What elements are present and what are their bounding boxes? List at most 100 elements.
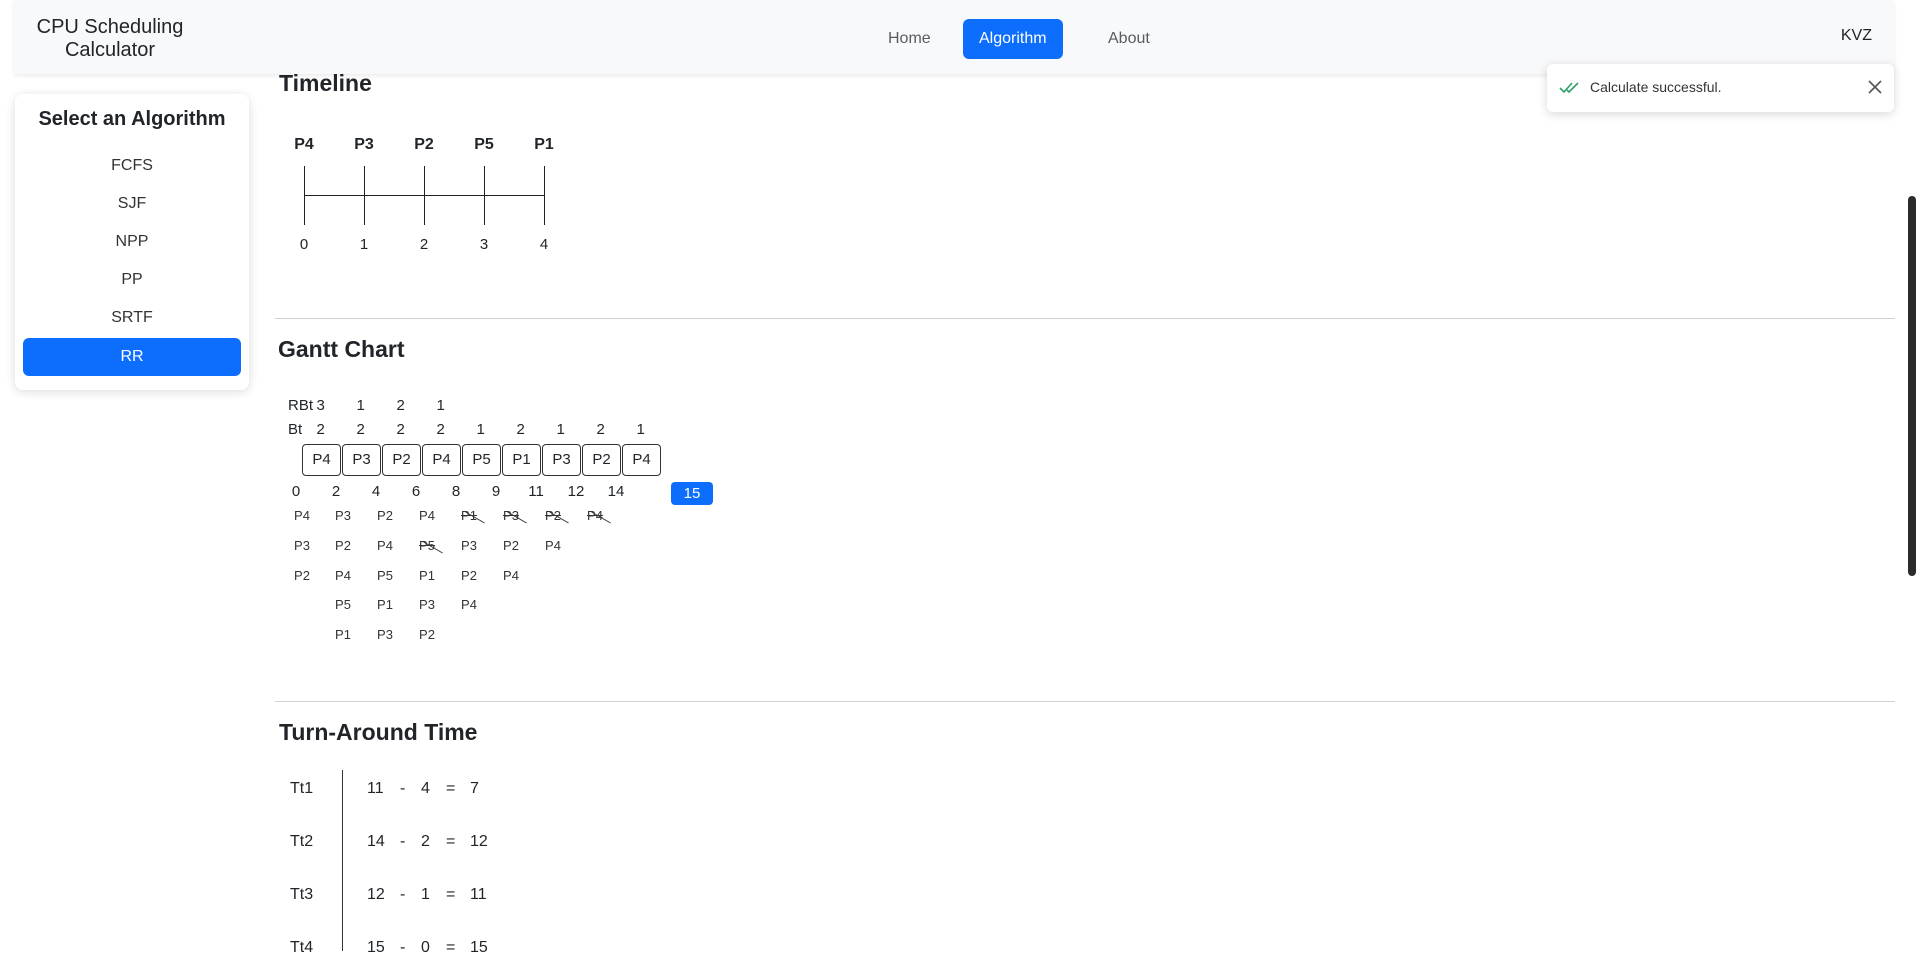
rbt-label: RBt: [288, 397, 314, 414]
gantt-block: P3: [542, 444, 581, 476]
gantt-block: P3: [342, 444, 381, 476]
sidebar-item-fcfs[interactable]: FCFS: [23, 147, 241, 185]
timeline-process-label: P1: [534, 136, 554, 153]
gantt-end-time: 15: [671, 482, 713, 505]
timeline-process-label: P2: [414, 136, 434, 153]
gantt-block: P4: [302, 444, 341, 476]
tat-row-label: Tt4: [290, 939, 314, 956]
tat-minus: -: [400, 833, 406, 850]
gantt-time-label: 12: [567, 483, 585, 500]
ready-queue-item: P3: [377, 627, 393, 642]
bt-label: Bt: [288, 421, 303, 438]
navbar: CPU Scheduling Calculator Home Algorithm…: [14, 0, 1894, 74]
bt-value: 2: [596, 421, 605, 438]
gantt-block: P1: [502, 444, 541, 476]
tat-result: 12: [470, 833, 488, 850]
gantt-block: P4: [622, 444, 661, 476]
rbt-value: 2: [396, 397, 405, 414]
divider: [275, 701, 1895, 702]
ready-queue-item: P2: [335, 538, 351, 553]
bt-value: 2: [516, 421, 525, 438]
tat-completion-time: 12: [367, 886, 385, 903]
bt-value: 2: [356, 421, 365, 438]
bt-value: 1: [636, 421, 645, 438]
brand-line-2: Calculator: [64, 39, 156, 61]
ready-queue-item: P3: [335, 508, 351, 523]
toast-message: Calculate successful.: [1590, 79, 1722, 95]
tat-result: 11: [470, 886, 487, 903]
user-name[interactable]: KVZ: [1841, 27, 1872, 45]
ready-queue-item: P4: [545, 538, 561, 553]
tat-minus: -: [400, 939, 406, 956]
ready-queue-item: P3: [419, 597, 435, 612]
tat-completion-time: 14: [367, 833, 385, 850]
timeline-process-label: P5: [474, 136, 494, 153]
ready-queue-item: P1: [335, 627, 351, 642]
ready-queue-item: P4: [419, 508, 435, 523]
timeline-time-label: 0: [299, 236, 309, 253]
gantt-time-label: 2: [331, 483, 341, 500]
sidebar-item-npp[interactable]: NPP: [23, 223, 241, 261]
brand-line-1: CPU Scheduling: [36, 16, 184, 38]
gantt-time-label: 11: [528, 483, 544, 500]
gantt-block: P2: [582, 444, 621, 476]
tat-arrival-time: 4: [421, 780, 430, 797]
gantt-block: P5: [462, 444, 501, 476]
sidebar-item-srtf[interactable]: SRTF: [23, 299, 241, 337]
double-check-icon: [1559, 82, 1579, 94]
ready-queue-item: P4: [294, 508, 310, 523]
ready-queue-item: P2: [419, 627, 435, 642]
tat-arrival-time: 1: [421, 886, 430, 903]
tat-title: Turn-Around Time: [279, 719, 478, 745]
tat-equals: =: [446, 780, 456, 797]
timeline-time-label: 1: [359, 236, 369, 253]
scrollbar-thumb[interactable]: [1908, 196, 1916, 576]
gantt-block: P2: [382, 444, 421, 476]
ready-queue-item: P5: [377, 568, 393, 583]
nav-algorithm[interactable]: Algorithm: [963, 19, 1063, 59]
tat-equals: =: [446, 939, 456, 956]
brand[interactable]: CPU Scheduling Calculator: [34, 16, 186, 62]
timeline-axis-line: [304, 195, 544, 196]
tat-row-label: Tt2: [290, 833, 314, 850]
tat-row-label: Tt1: [290, 780, 314, 797]
ready-queue-item: P2: [294, 568, 310, 583]
tat-result: 7: [470, 780, 479, 797]
rbt-value: 3: [316, 397, 325, 414]
bt-value: 2: [436, 421, 445, 438]
sidebar-item-rr[interactable]: RR: [23, 338, 241, 376]
gantt-time-label: 14: [607, 483, 625, 500]
tat-equals: =: [446, 833, 456, 850]
timeline-time-label: 2: [419, 236, 429, 253]
ready-queue-item: P4: [461, 597, 477, 612]
tat-minus: -: [400, 886, 406, 903]
ready-queue-item: P5: [335, 597, 351, 612]
sidebar-item-sjf[interactable]: SJF: [23, 185, 241, 223]
ready-queue-item: P5: [419, 538, 435, 553]
ready-queue-item: P4: [335, 568, 351, 583]
tat-row-label: Tt3: [290, 886, 314, 903]
bt-value: 1: [556, 421, 565, 438]
bt-value: 2: [316, 421, 325, 438]
nav-home[interactable]: Home: [872, 19, 947, 59]
ready-queue-item: P3: [461, 538, 477, 553]
tat-result: 15: [470, 939, 488, 956]
timeline-time-label: 3: [479, 236, 489, 253]
tat-arrival-time: 0: [421, 939, 430, 956]
ready-queue-item: P2: [461, 568, 477, 583]
nav-about[interactable]: About: [1092, 19, 1166, 59]
close-icon[interactable]: [1866, 78, 1884, 96]
ready-queue-item: P3: [294, 538, 310, 553]
ready-queue-item: P2: [503, 538, 519, 553]
rbt-value: 1: [356, 397, 365, 414]
sidebar-item-pp[interactable]: PP: [23, 261, 241, 299]
gantt-time-label: 6: [411, 483, 421, 500]
timeline-process-label: P4: [294, 136, 314, 153]
ready-queue-item: P4: [587, 508, 603, 523]
ready-queue-item: P1: [461, 508, 477, 523]
timeline-process-label: P3: [354, 136, 374, 153]
ready-queue-item: P4: [377, 538, 393, 553]
ready-queue-item: P3: [503, 508, 519, 523]
bt-value: 1: [476, 421, 485, 438]
tat-completion-time: 11: [367, 780, 384, 797]
